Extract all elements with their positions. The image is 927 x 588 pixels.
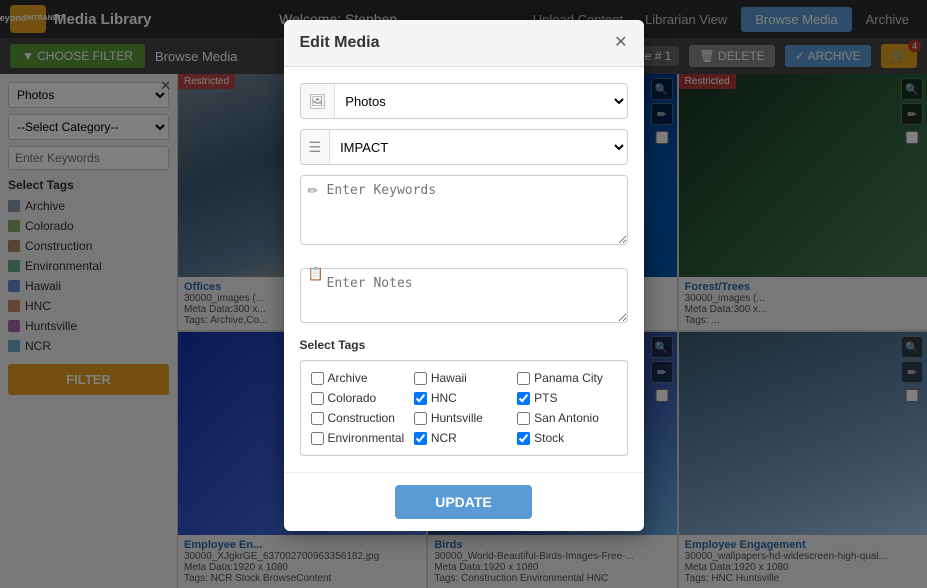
tag-label: NCR — [431, 431, 457, 445]
modal-tag-item[interactable]: Panama City — [517, 371, 616, 385]
modal-tag-item[interactable]: Archive — [311, 371, 410, 385]
modal-tag-item[interactable]: PTS — [517, 391, 616, 405]
modal-body: 🖼 Photos ☰ IMPACT ✏ — [284, 67, 644, 472]
tag-checkbox[interactable] — [311, 432, 324, 445]
tag-checkbox[interactable] — [414, 432, 427, 445]
modal-tag-item[interactable]: HNC — [414, 391, 513, 405]
tag-checkbox[interactable] — [517, 432, 530, 445]
modal-tag-item[interactable]: San Antonio — [517, 411, 616, 425]
tag-label: Hawaii — [431, 371, 467, 385]
tag-label: San Antonio — [534, 411, 599, 425]
modal-category-select[interactable]: IMPACT — [330, 132, 626, 163]
tag-checkbox[interactable] — [517, 372, 530, 385]
modal-close-icon[interactable]: ✕ — [614, 35, 627, 51]
tag-checkbox[interactable] — [517, 392, 530, 405]
tag-checkbox[interactable] — [311, 392, 324, 405]
pencil-icon: ✏ — [308, 183, 319, 199]
tag-checkbox[interactable] — [414, 392, 427, 405]
tag-checkbox[interactable] — [414, 372, 427, 385]
modal-tag-item[interactable]: NCR — [414, 431, 513, 445]
tag-checkbox[interactable] — [311, 372, 324, 385]
modal-type-select[interactable]: Photos — [335, 86, 626, 117]
tag-checkbox[interactable] — [414, 412, 427, 425]
modal-footer: UPDATE — [284, 472, 644, 531]
tag-checkbox[interactable] — [517, 412, 530, 425]
list-icon: ☰ — [301, 130, 331, 164]
modal-tag-item[interactable]: Huntsville — [414, 411, 513, 425]
tag-label: Colorado — [328, 391, 377, 405]
modal-tag-item[interactable]: Stock — [517, 431, 616, 445]
modal-tags-grid: Archive Hawaii Panama City Colorado HNC PTS Co… — [300, 360, 628, 456]
notes-icon: 📋 — [308, 266, 324, 282]
notes-wrapper: 📋 — [300, 258, 628, 326]
modal-tag-item[interactable]: Environmental — [311, 431, 410, 445]
tag-label: HNC — [431, 391, 457, 405]
modal-tags-label: Select Tags — [300, 338, 628, 352]
tag-checkbox[interactable] — [311, 412, 324, 425]
tag-label: PTS — [534, 391, 557, 405]
modal-overlay: Edit Media ✕ 🖼 Photos ☰ IMPACT — [0, 0, 927, 588]
tag-label: Stock — [534, 431, 564, 445]
modal-title: Edit Media — [300, 34, 380, 52]
tag-label: Archive — [328, 371, 368, 385]
image-icon: 🖼 — [301, 84, 336, 118]
tag-label: Huntsville — [431, 411, 483, 425]
modal-header: Edit Media ✕ — [284, 20, 644, 67]
main-layout: ✕ Photos --Select Category-- Select Tags… — [0, 74, 927, 588]
tag-label: Panama City — [534, 371, 603, 385]
modal-notes-input[interactable] — [300, 268, 628, 323]
modal-tag-item[interactable]: Construction — [311, 411, 410, 425]
tag-label: Environmental — [328, 431, 405, 445]
modal-tag-item[interactable]: Hawaii — [414, 371, 513, 385]
modal-keywords-input[interactable] — [300, 175, 628, 245]
tag-label: Construction — [328, 411, 395, 425]
modal-tag-item[interactable]: Colorado — [311, 391, 410, 405]
modal-category-select-wrapper: ☰ IMPACT — [300, 129, 628, 165]
keywords-wrapper: ✏ — [300, 175, 628, 248]
edit-media-modal: Edit Media ✕ 🖼 Photos ☰ IMPACT — [284, 20, 644, 531]
update-button[interactable]: UPDATE — [395, 485, 532, 519]
modal-type-select-wrapper: 🖼 Photos — [300, 83, 628, 119]
